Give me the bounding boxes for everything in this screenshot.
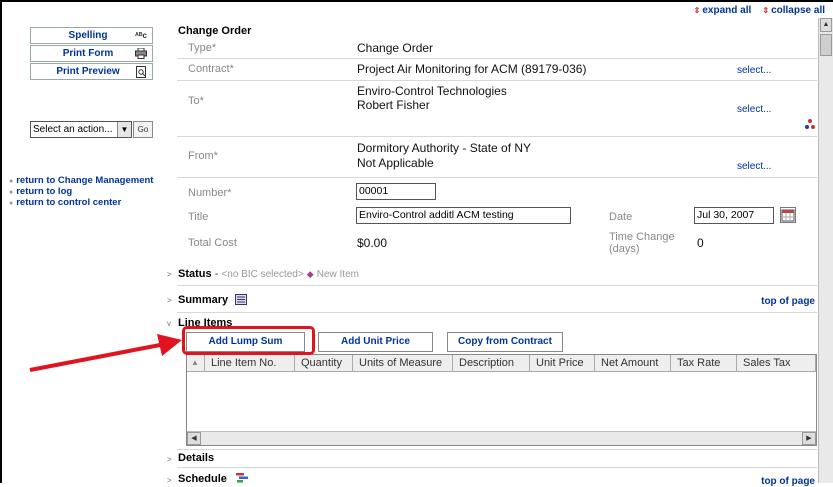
annotation-arrow-icon xyxy=(29,334,182,372)
